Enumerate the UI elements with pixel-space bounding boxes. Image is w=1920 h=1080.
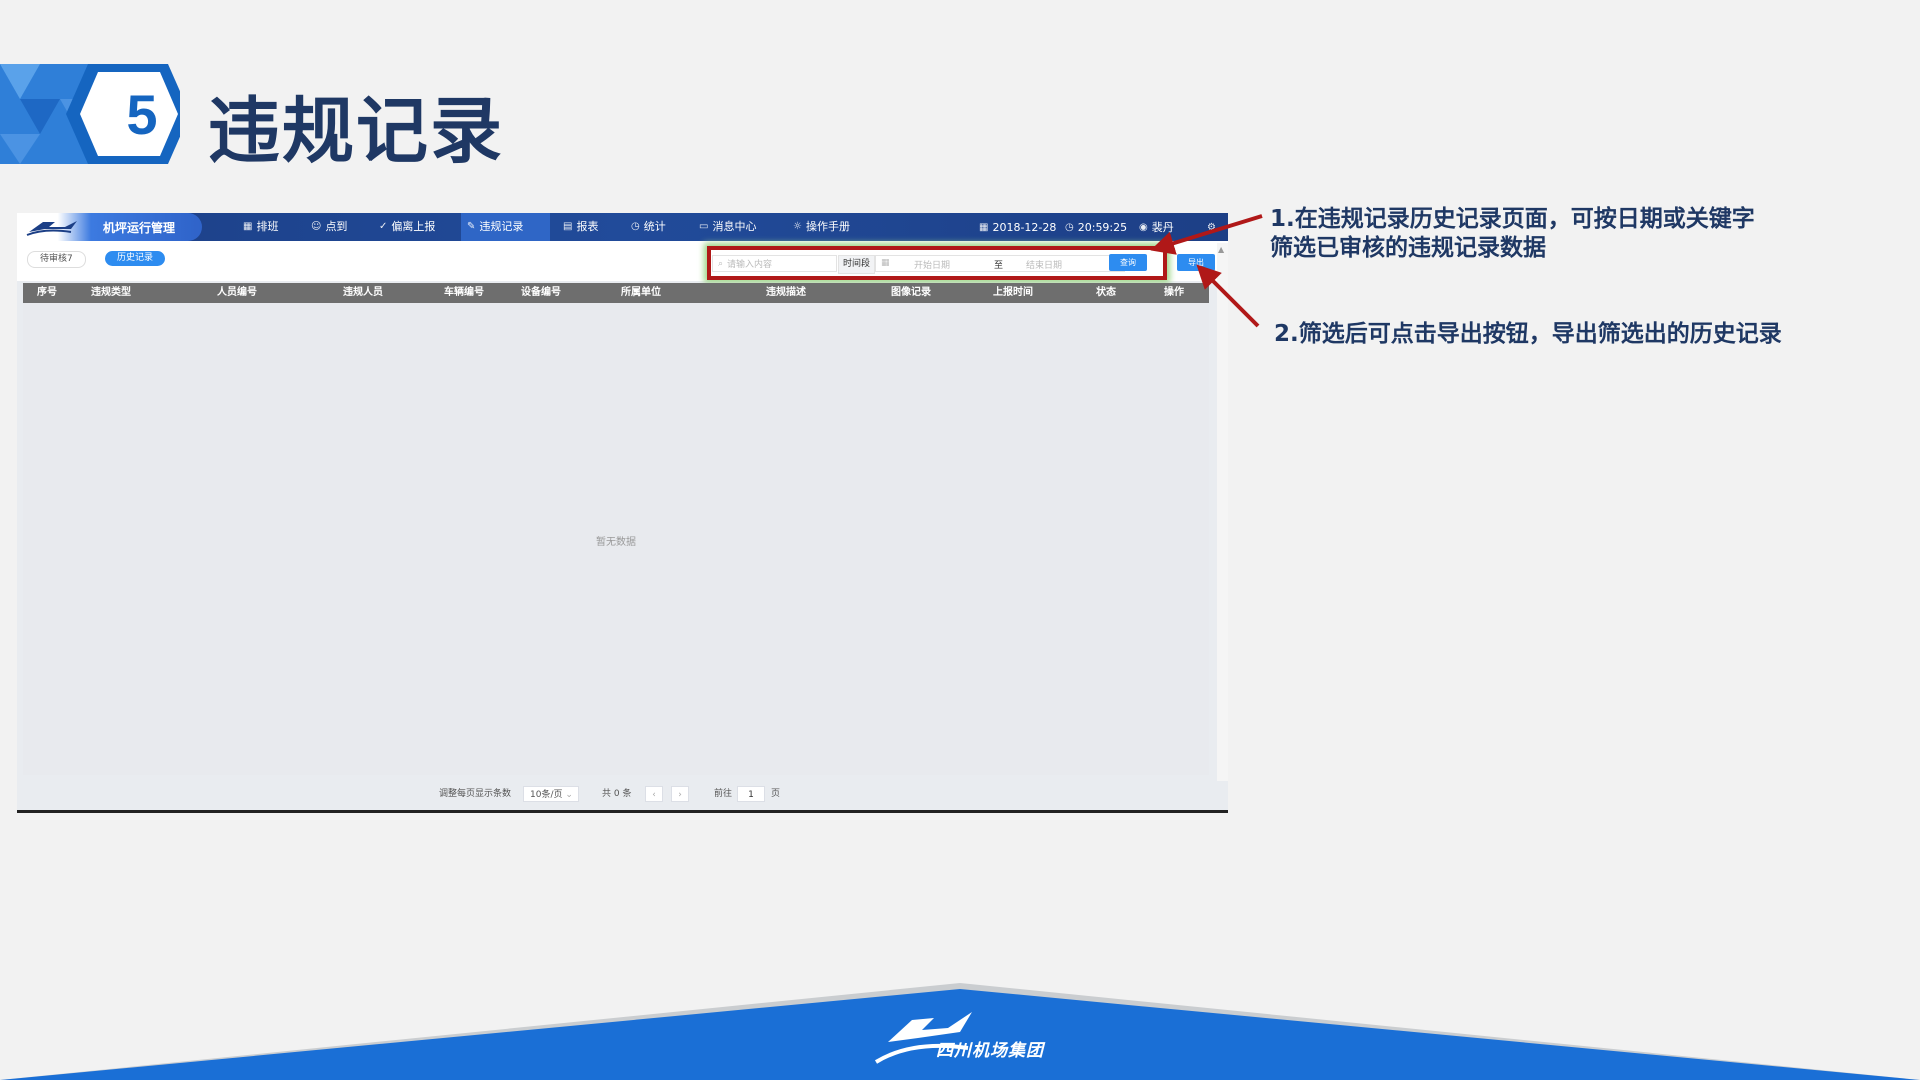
empty-state-text: 暂无数据 <box>596 537 636 548</box>
page-size-select[interactable]: 10条/页 ⌄ <box>523 786 579 802</box>
annotation-filter-line-1: 1.在违规记录历史记录页面，可按日期或关键字 <box>1270 206 1755 232</box>
scroll-up-arrow-icon[interactable]: ▲ <box>1218 245 1224 254</box>
nav-label: 偏离上报 <box>391 220 436 233</box>
tab-history[interactable]: 历史记录 <box>105 251 166 266</box>
nav-label: 消息中心 <box>712 220 757 233</box>
gear-icon: ⚙ <box>1207 221 1216 233</box>
page-size-value: 10条/页 <box>530 790 563 800</box>
total-count: 共 0 条 <box>602 789 632 799</box>
annotation-filter-line-2: 筛选已审核的违规记录数据 <box>1270 235 1546 261</box>
time-text: 20:59:25 <box>1077 220 1128 234</box>
check-circle-icon: ✓ <box>379 221 388 232</box>
column-header: 图像记录 <box>891 287 931 298</box>
column-header: 人员编号 <box>217 287 257 298</box>
nav-label: 违规记录 <box>479 220 524 233</box>
pagination: 调整每页显示条数 10条/页 ⌄ 共 0 条 ‹ › 前往 1 页 <box>17 781 1228 805</box>
column-header: 设备编号 <box>521 287 561 298</box>
nav-item-schedule[interactable]: ▦ 排班 <box>237 213 284 241</box>
user-name: 裴丹 <box>1151 221 1174 234</box>
nav-item-message-center[interactable]: ▭ 消息中心 <box>693 213 762 241</box>
airport-logo-icon <box>26 221 77 236</box>
nav-label: 统计 <box>643 220 666 233</box>
column-header: 状态 <box>1096 287 1116 298</box>
column-header: 序号 <box>37 287 57 298</box>
top-navigation-bar: 机坪运行管理 ▦ 排班 ☺ 点到 ✓ 偏离上报 ✎ 违规记录 ▤ 报表 ◷ 统计… <box>17 213 1228 241</box>
chevron-down-icon: ⌄ <box>565 790 573 800</box>
column-header: 上报时间 <box>993 287 1033 298</box>
column-header: 违规类型 <box>91 287 131 298</box>
app-screenshot: 机坪运行管理 ▦ 排班 ☺ 点到 ✓ 偏离上报 ✎ 违规记录 ▤ 报表 ◷ 统计… <box>17 213 1228 813</box>
nav-item-reports[interactable]: ▤ 报表 <box>557 213 604 241</box>
next-page-button[interactable]: › <box>671 786 689 802</box>
export-button[interactable]: 导出 <box>1177 254 1215 271</box>
date-text: 2018-12-28 <box>992 220 1057 234</box>
filter-highlight-box <box>707 246 1167 280</box>
nav-label: 点到 <box>325 220 348 233</box>
nav-item-manual[interactable]: ☼ 操作手册 <box>787 213 856 241</box>
user-icon: ☺ <box>311 221 322 232</box>
nav-item-violation-records[interactable]: ✎ 违规记录 <box>461 213 550 241</box>
app-brand-name: 机坪运行管理 <box>103 221 176 235</box>
page-number-input[interactable]: 1 <box>737 786 765 802</box>
nav-label: 排班 <box>256 220 279 233</box>
column-header: 车辆编号 <box>444 287 484 298</box>
nav-item-deviation-report[interactable]: ✓ 偏离上报 <box>373 213 441 241</box>
settings-button[interactable]: ⚙ <box>1207 213 1216 241</box>
section-number: 5 <box>126 82 158 146</box>
nav-label: 报表 <box>576 220 599 233</box>
nav-label: 操作手册 <box>805 220 850 233</box>
report-icon: ▤ <box>563 221 573 232</box>
page-size-label: 调整每页显示条数 <box>439 789 512 799</box>
column-header: 违规描述 <box>766 287 806 298</box>
edit-icon: ✎ <box>467 221 476 232</box>
nav-item-statistics[interactable]: ◷ 统计 <box>625 213 672 241</box>
bulb-icon: ☼ <box>793 221 802 232</box>
tab-pending-review[interactable]: 待审核7 <box>27 251 86 268</box>
clock-icon: ◷ <box>631 221 640 232</box>
nav-item-roll-call[interactable]: ☺ 点到 <box>305 213 353 241</box>
alarm-clock-icon: ◷ <box>1065 221 1074 233</box>
annotation-filter: 1.在违规记录历史记录页面，可按日期或关键字 筛选已审核的违规记录数据 <box>1270 205 1755 263</box>
brand-area[interactable]: 机坪运行管理 <box>17 213 202 241</box>
slide-title: 违规记录 <box>208 89 505 173</box>
column-header: 操作 <box>1164 287 1184 298</box>
table-header: 序号 违规类型 人员编号 违规人员 车辆编号 设备编号 所属单位 违规描述 图像… <box>23 283 1209 303</box>
message-icon: ▭ <box>699 221 709 232</box>
calendar-icon: ▦ <box>243 221 253 232</box>
annotation-export: 2.筛选后可点击导出按钮，导出筛选出的历史记录 <box>1274 321 1782 347</box>
column-header: 违规人员 <box>343 287 383 298</box>
user-menu[interactable]: ◉ 裴丹 <box>1139 213 1174 241</box>
column-header: 所属单位 <box>621 287 661 298</box>
current-date: ▦ 2018-12-28 <box>979 213 1056 241</box>
current-time: ◷ 20:59:25 <box>1065 213 1127 241</box>
vertical-scrollbar[interactable] <box>1217 243 1228 783</box>
user-avatar-icon: ◉ <box>1139 221 1148 233</box>
page-suffix: 页 <box>771 789 781 799</box>
calendar-icon: ▦ <box>979 221 989 233</box>
footer-brand-name: 四川机场集团 <box>936 1041 1044 1061</box>
goto-label: 前往 <box>714 789 733 799</box>
prev-page-button[interactable]: ‹ <box>645 786 663 802</box>
table-body: 暂无数据 <box>23 303 1209 775</box>
